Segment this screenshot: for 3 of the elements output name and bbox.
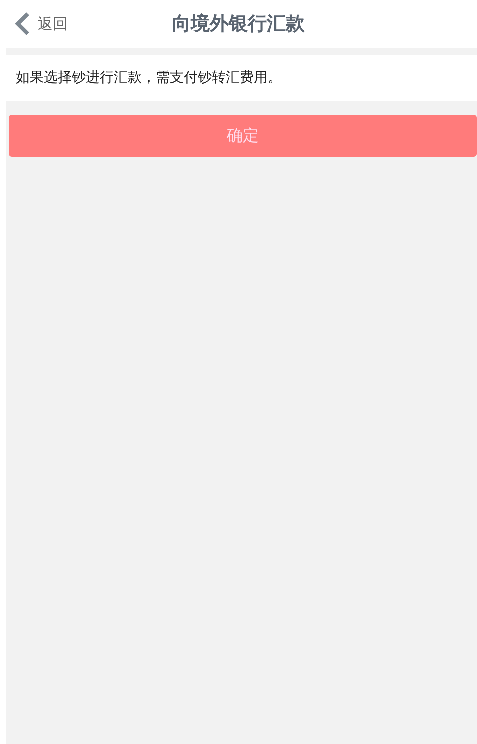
- chevron-left-icon: [14, 12, 32, 36]
- page-title: 向境外银行汇款: [172, 12, 305, 37]
- back-button[interactable]: 返回: [14, 12, 68, 36]
